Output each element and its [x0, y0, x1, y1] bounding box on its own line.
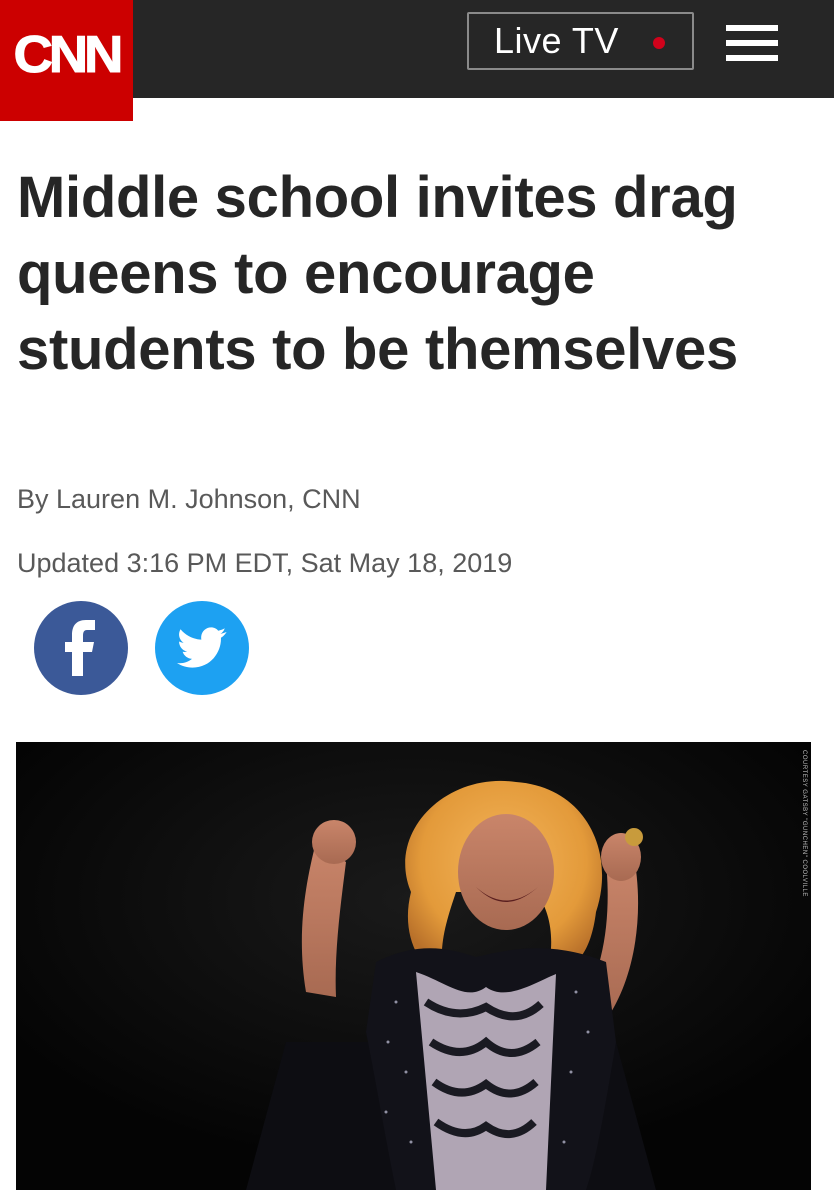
- drag-performer-photo: [16, 742, 811, 1190]
- live-tv-label: Live TV: [494, 20, 619, 61]
- hero-image: COURTESY GATSBY "GUNCHEN" COOLVILLE: [16, 742, 811, 1190]
- twitter-icon: [177, 627, 227, 668]
- article-byline: By Lauren M. Johnson, CNN: [17, 484, 361, 514]
- article-headline: Middle school invites drag queens to enc…: [17, 165, 738, 382]
- twitter-share-button[interactable]: [155, 601, 249, 695]
- hamburger-menu-icon[interactable]: [726, 25, 778, 61]
- logo-text: CNN: [13, 25, 124, 84]
- live-tv-button[interactable]: Live TV: [467, 12, 694, 70]
- cnn-logo[interactable]: CNN: [0, 0, 133, 121]
- image-credit: COURTESY GATSBY "GUNCHEN" COOLVILLE: [801, 750, 807, 897]
- article-updated-timestamp: Updated 3:16 PM EDT, Sat May 18, 2019: [17, 548, 513, 578]
- top-nav-bar: CNN Live TV: [0, 0, 834, 121]
- live-indicator-dot-icon: [653, 37, 665, 49]
- facebook-icon: [65, 620, 95, 676]
- facebook-share-button[interactable]: [34, 601, 128, 695]
